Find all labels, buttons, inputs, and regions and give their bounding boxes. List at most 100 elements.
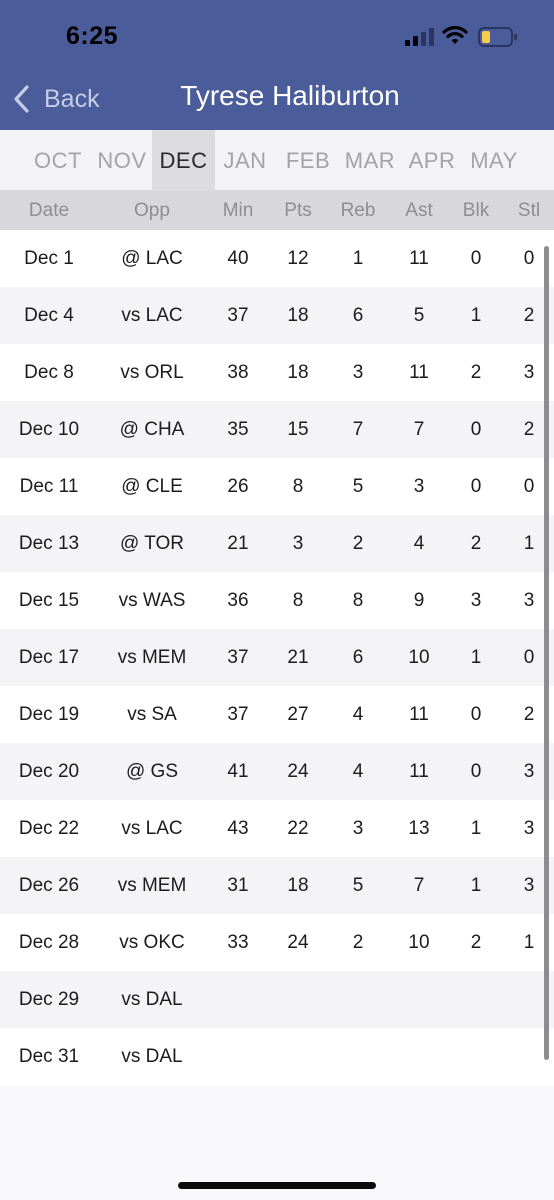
tab-feb[interactable]: FEB <box>278 130 338 191</box>
tab-apr[interactable]: APR <box>402 130 462 191</box>
cell-pts <box>270 971 326 1028</box>
cell-pts: 21 <box>287 647 309 668</box>
table-row[interactable]: Dec 22 vs LAC 43 22 3 13 1 3 <box>0 800 554 857</box>
cell-ast: 11 <box>409 362 429 383</box>
cell-min: 37 <box>227 305 249 326</box>
cell-blk: 1 <box>470 305 482 326</box>
cell-reb: 6 <box>352 305 364 326</box>
column-header-ast[interactable]: Ast <box>390 191 448 230</box>
table-row[interactable]: Dec 8 vs ORL 38 18 3 11 2 3 <box>0 344 554 401</box>
cell-pts: 12 <box>287 248 309 269</box>
cell-date: Dec 20 <box>18 761 80 782</box>
nav-header: 6:25 Back Tyrese Haliburton <box>0 0 554 130</box>
cell-reb: 7 <box>352 419 364 440</box>
tab-jan[interactable]: JAN <box>216 130 274 191</box>
column-header-min[interactable]: Min <box>210 191 266 230</box>
tab-nov[interactable]: NOV <box>92 130 152 191</box>
cell-date: Dec 17 <box>18 647 80 668</box>
table-row[interactable]: Dec 4 vs LAC 37 18 6 5 1 2 <box>0 287 554 344</box>
column-header-reb[interactable]: Reb <box>330 191 386 230</box>
chevron-left-icon <box>14 85 29 113</box>
cell-pts <box>270 1028 326 1085</box>
cell-date: Dec 4 <box>24 305 74 326</box>
cell-reb: 8 <box>352 590 364 611</box>
cell-date: Dec 19 <box>18 704 80 725</box>
cell-min: 37 <box>227 647 249 668</box>
cell-blk: 0 <box>470 704 482 725</box>
cell-date: Dec 28 <box>18 932 80 953</box>
back-button[interactable]: Back <box>12 82 100 116</box>
cell-reb: 2 <box>352 533 364 554</box>
cell-reb: 5 <box>352 476 364 497</box>
cell-ast <box>390 1028 448 1085</box>
cell-date: Dec 22 <box>18 818 80 839</box>
cell-blk: 0 <box>470 761 482 782</box>
table-row[interactable]: Dec 19 vs SA 37 27 4 11 0 2 <box>0 686 554 743</box>
cell-ast: 10 <box>408 932 430 953</box>
cell-min: 43 <box>227 818 249 839</box>
table-row[interactable]: Dec 15 vs WAS 36 8 8 9 3 3 <box>0 572 554 629</box>
cell-reb: 6 <box>352 647 364 668</box>
cell-min: 26 <box>227 476 249 497</box>
table-row[interactable]: Dec 10 @ CHA 35 15 7 7 0 2 <box>0 401 554 458</box>
cell-pts: 18 <box>287 362 309 383</box>
cell-reb: 5 <box>352 875 364 896</box>
cell-blk: 2 <box>470 533 482 554</box>
status-time: 6:25 <box>66 22 119 50</box>
column-header-date[interactable]: Date <box>0 191 98 230</box>
cell-blk: 1 <box>470 647 482 668</box>
cell-opp: @ GS <box>125 761 179 782</box>
tab-may[interactable]: MAY <box>464 130 524 191</box>
table-row[interactable]: Dec 13 @ TOR 21 3 2 4 2 1 <box>0 515 554 572</box>
cell-min <box>210 971 266 1028</box>
cell-date: Dec 26 <box>18 875 80 896</box>
column-header-blk[interactable]: Blk <box>450 191 502 230</box>
column-header-pts[interactable]: Pts <box>270 191 326 230</box>
column-header-opp[interactable]: Opp <box>100 191 204 230</box>
table-row[interactable]: Dec 1 @ LAC 40 12 1 11 0 0 <box>0 230 554 287</box>
cell-blk: 0 <box>470 476 482 497</box>
cell-opp: @ TOR <box>120 533 184 554</box>
cell-opp: @ CHA <box>119 419 185 440</box>
table-row[interactable]: Dec 31 vs DAL <box>0 1028 554 1085</box>
cell-ast <box>390 971 448 1028</box>
cell-blk: 2 <box>470 932 482 953</box>
back-label: Back <box>44 84 100 113</box>
month-tabs: OCT NOV DEC JAN FEB MAR APR MAY <box>0 130 554 191</box>
cell-reb: 2 <box>352 932 364 953</box>
cell-opp: vs WAS <box>118 590 186 611</box>
cell-ast: 4 <box>413 533 425 554</box>
cell-opp: @ CLE <box>121 476 183 497</box>
table-row[interactable]: Dec 28 vs OKC 33 24 2 10 2 1 <box>0 914 554 971</box>
cell-date: Dec 13 <box>18 533 80 554</box>
table-row[interactable]: Dec 26 vs MEM 31 18 5 7 1 3 <box>0 857 554 914</box>
cell-pts: 8 <box>292 476 304 497</box>
vertical-scrollbar[interactable] <box>544 246 549 1060</box>
home-indicator[interactable] <box>178 1182 376 1189</box>
cell-date: Dec 1 <box>24 248 74 269</box>
cell-reb: 1 <box>352 248 364 269</box>
tab-mar[interactable]: MAR <box>340 130 400 191</box>
tab-oct[interactable]: OCT <box>26 130 90 191</box>
cell-min: 35 <box>227 419 249 440</box>
cell-opp: vs DAL <box>121 1046 183 1067</box>
cell-reb: 3 <box>352 818 364 839</box>
cell-min: 41 <box>227 761 249 782</box>
table-row[interactable]: Dec 20 @ GS 41 24 4 11 0 3 <box>0 743 554 800</box>
cell-opp: vs DAL <box>121 989 183 1010</box>
table-row[interactable]: Dec 29 vs DAL <box>0 971 554 1028</box>
table-row[interactable]: Dec 17 vs MEM 37 21 6 10 1 0 <box>0 629 554 686</box>
table-row[interactable]: Dec 11 @ CLE 26 8 5 3 0 0 <box>0 458 554 515</box>
cell-opp: vs OKC <box>119 932 185 953</box>
cell-blk: 0 <box>470 248 482 269</box>
cell-ast: 11 <box>409 761 429 782</box>
cell-pts: 27 <box>287 704 309 725</box>
cell-pts: 18 <box>287 875 309 896</box>
cell-opp: vs LAC <box>121 305 183 326</box>
tab-dec[interactable]: DEC <box>152 130 215 191</box>
cell-blk: 3 <box>470 590 482 611</box>
column-header-stl[interactable]: Stl <box>508 191 550 230</box>
cell-reb: 4 <box>352 761 364 782</box>
cell-opp: @ LAC <box>121 248 183 269</box>
cell-date: Dec 10 <box>18 419 80 440</box>
